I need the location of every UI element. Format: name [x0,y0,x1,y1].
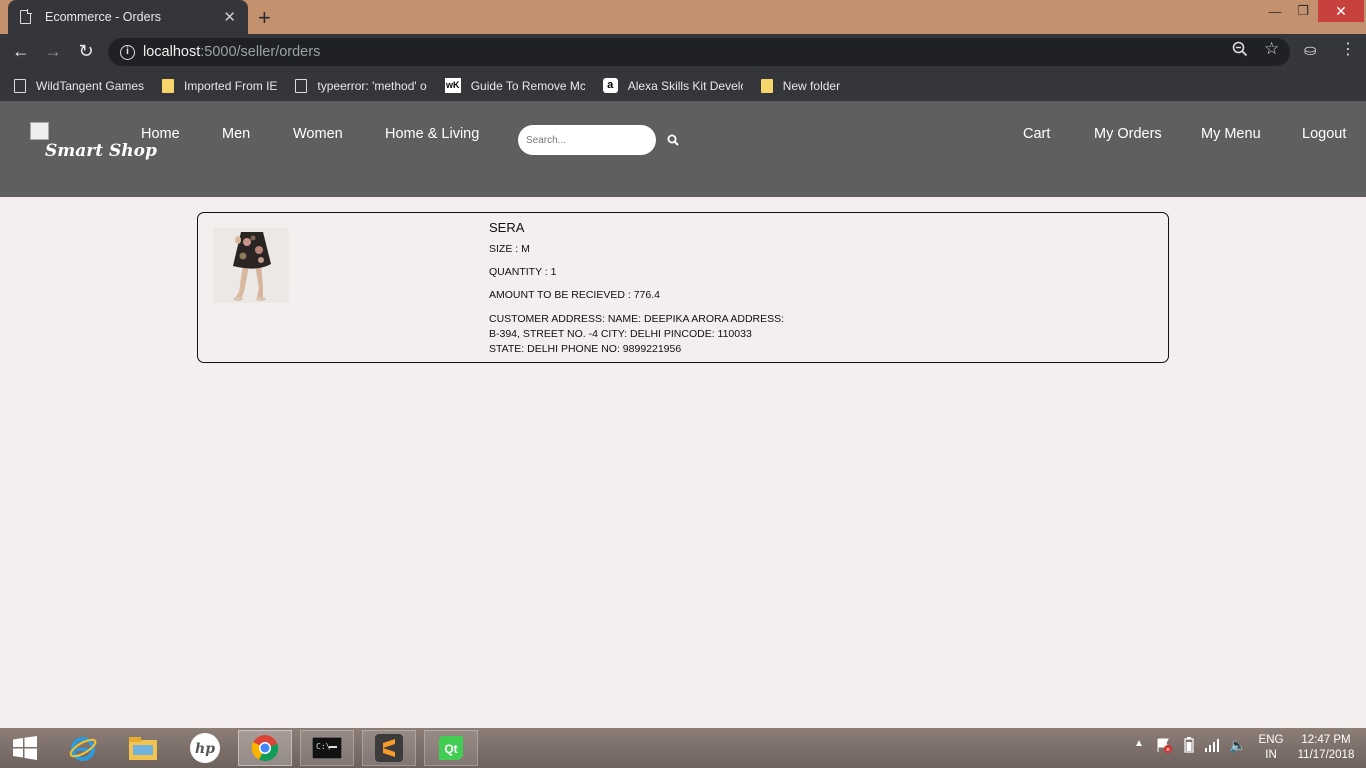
restore-icon[interactable]: ❐ [1292,0,1314,22]
file-explorer-icon[interactable] [116,730,170,766]
reload-icon[interactable]: ↻ [75,41,97,62]
bookmark-item[interactable]: New folder [760,78,841,93]
order-size: SIZE : M [489,243,530,255]
windows-start-icon[interactable] [0,730,50,766]
folder-icon [162,78,175,93]
lang-code: ENG [1258,734,1284,746]
system-clock[interactable]: 12:47 PM 11/17/2018 [1290,733,1362,763]
bookmark-item[interactable]: typeerror: 'method' o [295,78,427,93]
back-arrow-icon[interactable]: ← [10,41,32,62]
order-card: SERA SIZE : M QUANTITY : 1 AMOUNT TO BE … [197,212,1169,363]
nav-cart[interactable]: Cart [1023,126,1050,142]
page-icon [295,78,308,93]
bookmark-star-icon[interactable]: ☆ [1264,39,1279,59]
clock-date: 11/17/2018 [1297,749,1355,761]
amazon-icon: a [602,78,618,93]
sublime-text-icon[interactable] [362,730,416,766]
nav-logout[interactable]: Logout [1302,126,1346,142]
folder-icon [760,78,773,93]
battery-icon[interactable] [1184,737,1194,756]
order-quantity: QUANTITY : 1 [489,266,557,278]
new-tab-plus-icon[interactable]: + [258,5,271,31]
chrome-icon[interactable] [238,730,292,766]
svg-text:C:\: C:\ [316,742,331,751]
svg-text:Qt: Qt [444,742,457,756]
bookmark-label: Guide To Remove Mc [470,78,585,93]
bookmark-item[interactable]: WildTangent Games [14,78,145,93]
forward-arrow-icon[interactable]: → [42,41,64,62]
product-name: SERA [489,220,525,235]
nav-women[interactable]: Women [293,126,343,142]
info-icon[interactable]: i [120,44,135,60]
internet-explorer-icon[interactable] [56,730,110,766]
volume-icon[interactable]: 🔈 [1229,737,1246,754]
bookmark-label: Imported From IE [184,78,278,93]
incognito-icon[interactable]: ⛀ [1304,41,1317,59]
language-indicator[interactable]: ENG IN [1258,733,1284,763]
bookmark-label: Alexa Skills Kit Develo [627,78,743,93]
logo-image[interactable] [30,122,49,140]
url-host: localhost [143,44,201,60]
windows-taskbar: hp C:\ Qt ▲ ✕ 🔈 ENG IN 12:47 PM 11/17/20… [0,728,1366,768]
url-path: :5000/seller/orders [200,44,321,60]
hp-icon[interactable]: hp [178,730,232,766]
nav-men[interactable]: Men [222,126,250,142]
product-image [213,228,289,303]
logo-text[interactable]: Smart Shop [45,141,157,161]
signal-icon[interactable] [1204,738,1220,755]
bookmark-label: WildTangent Games [36,78,145,93]
action-center-flag-icon[interactable]: ✕ [1156,737,1172,756]
search-input[interactable] [518,125,656,155]
url-bar[interactable]: i localhost:5000/seller/orders [108,38,1290,66]
wikihow-icon: wK [444,78,461,93]
order-amount: AMOUNT TO BE RECIEVED : 776.4 [489,289,660,301]
bookmark-label: New folder [782,78,841,93]
bookmark-item[interactable]: Imported From IE [162,78,278,93]
nav-my-menu[interactable]: My Menu [1201,126,1261,142]
bookmark-label: typeerror: 'method' o [317,78,427,93]
zoom-out-icon[interactable] [1232,41,1248,57]
terminal-icon[interactable]: C:\ [300,730,354,766]
site-header: Smart Shop Home Men Women Home & Living … [0,101,1366,197]
bookmark-item[interactable]: wK Guide To Remove Mc [444,78,585,93]
svg-text:✕: ✕ [1165,747,1170,754]
nav-my-orders[interactable]: My Orders [1094,126,1162,142]
page-icon [14,78,26,93]
page-icon [20,9,32,24]
tab-close-icon[interactable]: ✕ [223,8,236,26]
browser-toolbar: ← → ↻ i localhost:5000/seller/orders ☆ ⛀… [0,34,1366,70]
tab-title: Ecommerce - Orders [45,10,161,24]
browser-tab[interactable]: Ecommerce - Orders ✕ [8,0,248,34]
browser-titlebar: Ecommerce - Orders ✕ + — ❐ ✕ [0,0,1366,34]
menu-dots-icon[interactable]: ⋮ [1340,39,1356,59]
lang-region: IN [1265,749,1277,761]
tray-up-arrow-icon[interactable]: ▲ [1134,738,1144,749]
bookmark-item[interactable]: a Alexa Skills Kit Develo [602,78,743,93]
nav-home-living[interactable]: Home & Living [385,126,479,142]
clock-time: 12:47 PM [1301,734,1351,746]
svg-text:hp: hp [195,741,215,757]
nav-home[interactable]: Home [141,126,180,142]
bookmarks-bar: WildTangent Games Imported From IE typee… [0,70,1366,101]
search-icon[interactable] [667,134,679,146]
minimize-icon[interactable]: — [1264,0,1286,22]
customer-address: CUSTOMER ADDRESS: NAME: DEEPIKA ARORA AD… [489,313,785,355]
order-details: SERA SIZE : M QUANTITY : 1 AMOUNT TO BE … [489,220,789,357]
window-close-icon[interactable]: ✕ [1318,0,1364,22]
qt-icon[interactable]: Qt [424,730,478,766]
